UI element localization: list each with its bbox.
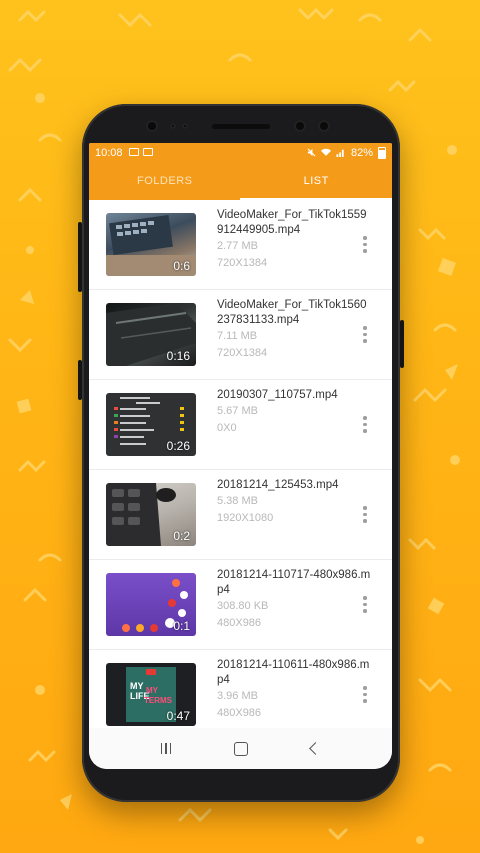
iris-camera [294,120,306,132]
video-thumbnail[interactable]: 0:1 [106,573,196,636]
status-bar: 10:08 82% [89,143,392,162]
video-resolution: 720X1384 [217,257,268,269]
video-thumbnail[interactable]: 0:6 [106,213,196,276]
video-row[interactable]: 0:26 20190307_110757.mp4 5.67 MB 0X0 [89,380,392,470]
video-info: VideoMaker_For_TikTok1559912449905.mp4 2… [217,208,371,272]
video-info: 20181214-110611-480x986.mp4 3.96 MB 480X… [217,658,371,722]
signal-icon [336,149,344,157]
more-vertical-icon[interactable] [363,596,367,613]
tab-bar: FOLDERS LIST [89,162,392,200]
video-duration: 0:6 [173,259,190,273]
more-vertical-icon[interactable] [363,686,367,703]
video-row[interactable]: 0:16 VideoMaker_For_TikTok1560237831133.… [89,290,392,380]
image-icon [128,147,139,156]
front-camera [146,120,158,132]
video-row[interactable]: 0:1 20181214-110717-480x986.mp4 308.80 K… [89,560,392,650]
more-vertical-icon[interactable] [363,326,367,343]
video-thumbnail[interactable]: 0:26 [106,393,196,456]
video-name: 20181214_125453.mp4 [217,479,339,491]
more-vertical-icon[interactable] [363,506,367,523]
status-right: 82% [307,146,386,159]
battery-icon [378,146,386,159]
video-duration: 0:47 [166,709,190,723]
video-thumbnail[interactable]: MY LIFE MY TERMS 0:47 [106,663,196,726]
sensor [318,120,330,132]
power-button [400,320,404,368]
volume-button [78,222,82,292]
video-row[interactable]: 0:6 VideoMaker_For_TikTok1559912449905.m… [89,200,392,290]
video-resolution: 720X1384 [217,347,268,359]
phone-screen: 10:08 82% FOLDERS LIST 0:6 VideoMaker_Fo… [89,143,392,769]
battery-percent: 82% [350,146,373,159]
back-icon[interactable] [309,742,323,755]
sensor [170,123,176,129]
video-size: 7.11 MB [217,330,258,342]
video-size: 308.80 KB [217,600,269,612]
bixby-button [78,360,82,400]
mute-icon [307,148,316,157]
svg-text:TERMS: TERMS [144,696,173,705]
video-info: VideoMaker_For_TikTok1560237831133.mp4 7… [217,298,371,362]
video-row[interactable]: MY LIFE MY TERMS 0:47 20181214-110611-48… [89,650,392,728]
video-size: 5.67 MB [217,405,258,417]
phone-speaker [212,124,270,129]
video-duration: 0:16 [166,349,190,363]
video-resolution: 1920X1080 [217,512,274,524]
tab-folders[interactable]: FOLDERS [89,162,241,200]
recent-apps-icon[interactable] [160,743,172,754]
video-duration: 0:26 [166,439,190,453]
more-vertical-icon[interactable] [363,416,367,433]
video-resolution: 480X986 [217,617,262,629]
video-name: 20181214-110611-480x986.mp4 [217,659,370,686]
home-icon[interactable] [234,741,249,756]
video-thumbnail[interactable]: 0:16 [106,303,196,366]
wifi-icon [320,148,331,156]
video-name: VideoMaker_For_TikTok1560237831133.mp4 [217,299,367,326]
video-info: 20181214-110717-480x986.mp4 308.80 KB 48… [217,568,371,632]
video-size: 5.38 MB [217,495,258,507]
more-vertical-icon[interactable] [363,236,367,253]
svg-text:MY: MY [146,686,159,695]
notification-icons [128,147,157,159]
video-duration: 0:1 [173,619,190,633]
sensor [182,123,188,129]
video-resolution: 0X0 [217,422,237,434]
video-name: 20181214-110717-480x986.mp4 [217,569,371,596]
video-info: 20181214_125453.mp4 5.38 MB 1920X1080 [217,478,371,527]
gallery-icon [142,147,153,156]
video-info: 20190307_110757.mp4 5.67 MB 0X0 [217,388,371,437]
video-name: 20190307_110757.mp4 [217,389,338,401]
video-list: 0:6 VideoMaker_For_TikTok1559912449905.m… [89,200,392,728]
system-nav-bar [89,728,392,769]
tab-list[interactable]: LIST [241,162,393,200]
video-duration: 0:2 [173,529,190,543]
video-name: VideoMaker_For_TikTok1559912449905.mp4 [217,209,367,236]
video-row[interactable]: 0:2 20181214_125453.mp4 5.38 MB 1920X108… [89,470,392,560]
svg-text:MY: MY [130,681,144,691]
video-thumbnail[interactable]: 0:2 [106,483,196,546]
video-size: 3.96 MB [217,690,258,702]
status-time: 10:08 [95,146,123,159]
video-resolution: 480X986 [217,707,262,719]
video-size: 2.77 MB [217,240,258,252]
